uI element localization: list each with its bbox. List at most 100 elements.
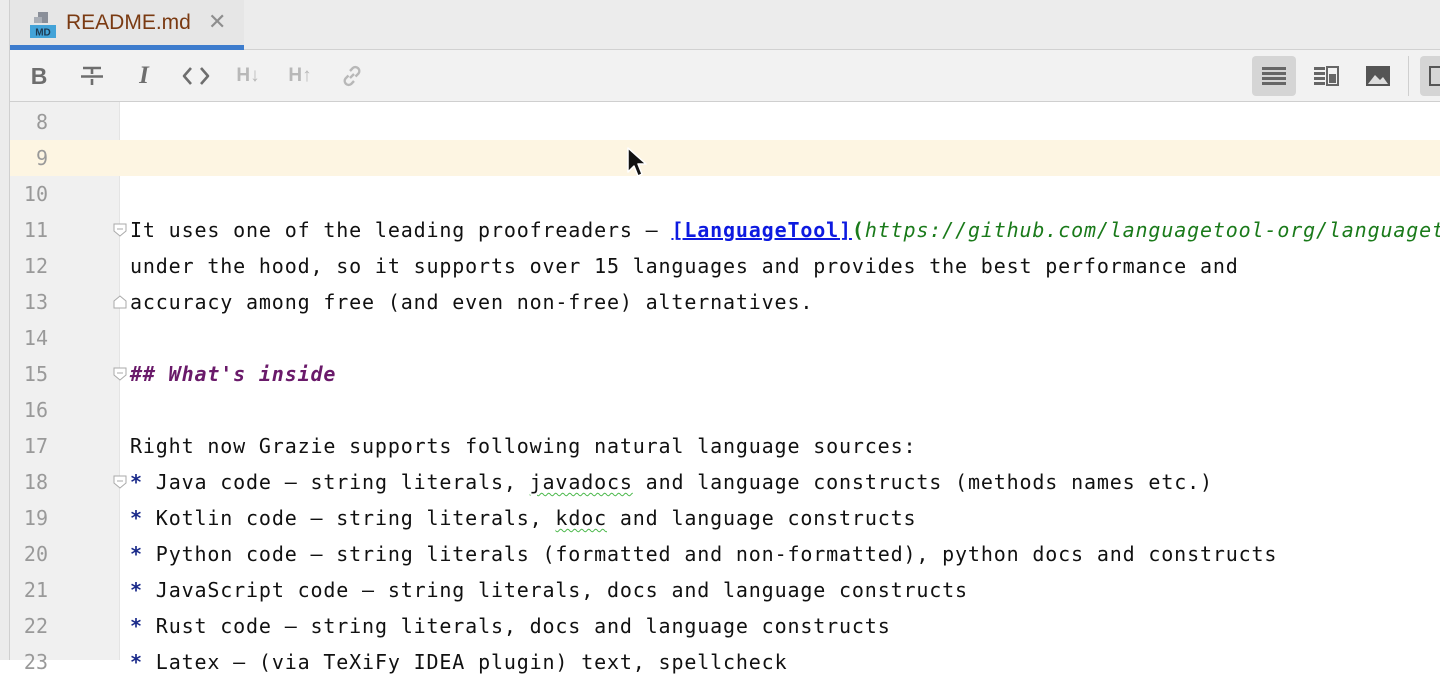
mouse-pointer-icon — [627, 147, 647, 177]
line-number: 11 — [23, 218, 48, 242]
line-number: 12 — [23, 254, 48, 278]
editor-line: 16 — [10, 392, 1440, 428]
editor-line: 12 under the hood, so it supports over 1… — [10, 248, 1440, 284]
line-number: 15 — [23, 362, 48, 386]
line-number: 23 — [23, 650, 48, 674]
line-number: 17 — [23, 434, 48, 458]
editor-only-view-button[interactable] — [1252, 56, 1296, 96]
tab-readme[interactable]: MD README.md ✕ — [10, 0, 244, 50]
editor-line: 23 * Latex – (via TeXiFy IDEA plugin) te… — [10, 644, 1440, 680]
editor-line: 8 — [10, 104, 1440, 140]
markdown-toolbar: B I H↓ H↑ — [10, 50, 1440, 102]
line-text: and language constructs — [607, 506, 917, 530]
line-text: Latex – (via TeXiFy IDEA plugin) text, s… — [142, 650, 788, 674]
list-item: * JavaScript code – string literals, doc… — [130, 578, 968, 602]
link-paren: ( — [851, 218, 865, 242]
line-text: Python code – string literals (formatted… — [142, 542, 1278, 566]
line-number: 9 — [35, 146, 48, 170]
editor-line: 22 * Rust code – string literals, docs a… — [10, 608, 1440, 644]
fold-end-icon[interactable] — [113, 295, 127, 309]
strikethrough-button[interactable] — [72, 56, 112, 96]
header-level-up-button[interactable]: H↑ — [280, 56, 320, 96]
line-text: It uses one of the leading proofreaders … — [130, 218, 672, 242]
preview-only-icon — [1366, 66, 1390, 86]
line-text: Kotlin code – string literals, — [142, 506, 556, 530]
line-text: Right now Grazie supports following natu… — [130, 434, 917, 458]
fold-start-icon[interactable] — [113, 367, 127, 381]
spelling-typo[interactable]: kdoc — [555, 506, 607, 530]
editor-line: 13 accuracy among free (and even non-fre… — [10, 284, 1440, 320]
markdown-editor[interactable]: 8 9 10 11 It uses one of the leading pro… — [10, 102, 1440, 674]
line-number: 22 — [23, 614, 48, 638]
line-number: 18 — [23, 470, 48, 494]
line-number: 19 — [23, 506, 48, 530]
list-bullet: * — [130, 650, 143, 674]
svg-text:MD: MD — [35, 28, 51, 39]
tab-title: README.md — [66, 11, 191, 34]
editor-line: 19 * Kotlin code – string literals, kdoc… — [10, 500, 1440, 536]
editor-line: 21 * JavaScript code – string literals, … — [10, 572, 1440, 608]
line-text: JavaScript code – string literals, docs … — [142, 578, 968, 602]
markdown-link-url[interactable]: https://github.com/languagetool-org/lang… — [865, 218, 1440, 242]
line-number: 8 — [35, 110, 48, 134]
markdown-link-text[interactable]: [LanguageTool] — [671, 218, 851, 242]
toolbar-separator — [1408, 56, 1409, 96]
md-file-icon: MD — [30, 12, 56, 39]
list-bullet: * — [130, 542, 143, 566]
link-button[interactable] — [332, 56, 372, 96]
line-number: 13 — [23, 290, 48, 314]
bold-button[interactable]: B — [19, 56, 59, 96]
list-bullet: * — [130, 506, 143, 530]
editor-line: 11 It uses one of the leading proofreade… — [10, 212, 1440, 248]
italic-button[interactable]: I — [124, 56, 164, 96]
close-icon[interactable]: ✕ — [208, 10, 226, 35]
italic-icon: I — [139, 62, 149, 89]
editor-only-icon — [1262, 67, 1286, 85]
preview-only-view-button[interactable] — [1358, 56, 1398, 96]
code-icon — [182, 67, 210, 85]
layout-toggle-button[interactable] — [1420, 56, 1440, 96]
list-bullet: * — [130, 614, 143, 638]
header-down-icon: H↓ — [236, 65, 260, 86]
editor-line: 15 ## What's inside — [10, 356, 1440, 392]
line-text: Rust code – string literals, docs and la… — [142, 614, 891, 638]
line-text: Java code – string literals, — [142, 470, 530, 494]
editor-line: 20 * Python code – string literals (form… — [10, 536, 1440, 572]
spelling-typo[interactable]: javadocs — [530, 470, 633, 494]
editor-line: 10 — [10, 176, 1440, 212]
code-text: It uses one of the leading proofreaders … — [130, 218, 1440, 242]
line-text: accuracy among free (and even non-free) … — [130, 290, 814, 314]
header-level-down-button[interactable]: H↓ — [228, 56, 268, 96]
fold-start-icon[interactable] — [113, 223, 127, 237]
editor-tab-bar: MD README.md ✕ — [10, 0, 1440, 50]
layout-panel-icon — [1429, 66, 1440, 86]
strikethrough-icon — [81, 66, 103, 85]
code-button[interactable] — [176, 56, 216, 96]
list-item: * Python code – string literals (formatt… — [130, 542, 1277, 566]
line-number: 21 — [23, 578, 48, 602]
line-number: 20 — [23, 542, 48, 566]
link-icon — [343, 65, 361, 87]
list-item: * Java code – string literals, javadocs … — [130, 470, 1213, 494]
header-up-icon: H↑ — [288, 65, 312, 86]
list-item: * Latex – (via TeXiFy IDEA plugin) text,… — [130, 650, 787, 674]
fold-start-icon[interactable] — [113, 475, 127, 489]
editor-line: 14 — [10, 320, 1440, 356]
editor-line: 17 Right now Grazie supports following n… — [10, 428, 1440, 464]
split-view-button[interactable] — [1306, 56, 1346, 96]
list-item: * Kotlin code – string literals, kdoc an… — [130, 506, 916, 530]
left-edge-strip — [0, 0, 10, 660]
current-line: 9 — [10, 140, 1440, 176]
bold-icon: B — [30, 62, 48, 89]
split-view-icon — [1314, 66, 1339, 86]
editor-line: 18 * Java code – string literals, javado… — [10, 464, 1440, 500]
line-number: 10 — [23, 182, 48, 206]
list-item: * Rust code – string literals, docs and … — [130, 614, 891, 638]
markdown-heading: ## What's inside — [130, 362, 337, 386]
list-bullet: * — [130, 578, 143, 602]
line-text: and language constructs (methods names e… — [632, 470, 1213, 494]
line-number: 14 — [23, 326, 48, 350]
line-text: under the hood, so it supports over 15 l… — [130, 254, 1239, 278]
list-bullet: * — [130, 470, 143, 494]
line-number: 16 — [23, 398, 48, 422]
